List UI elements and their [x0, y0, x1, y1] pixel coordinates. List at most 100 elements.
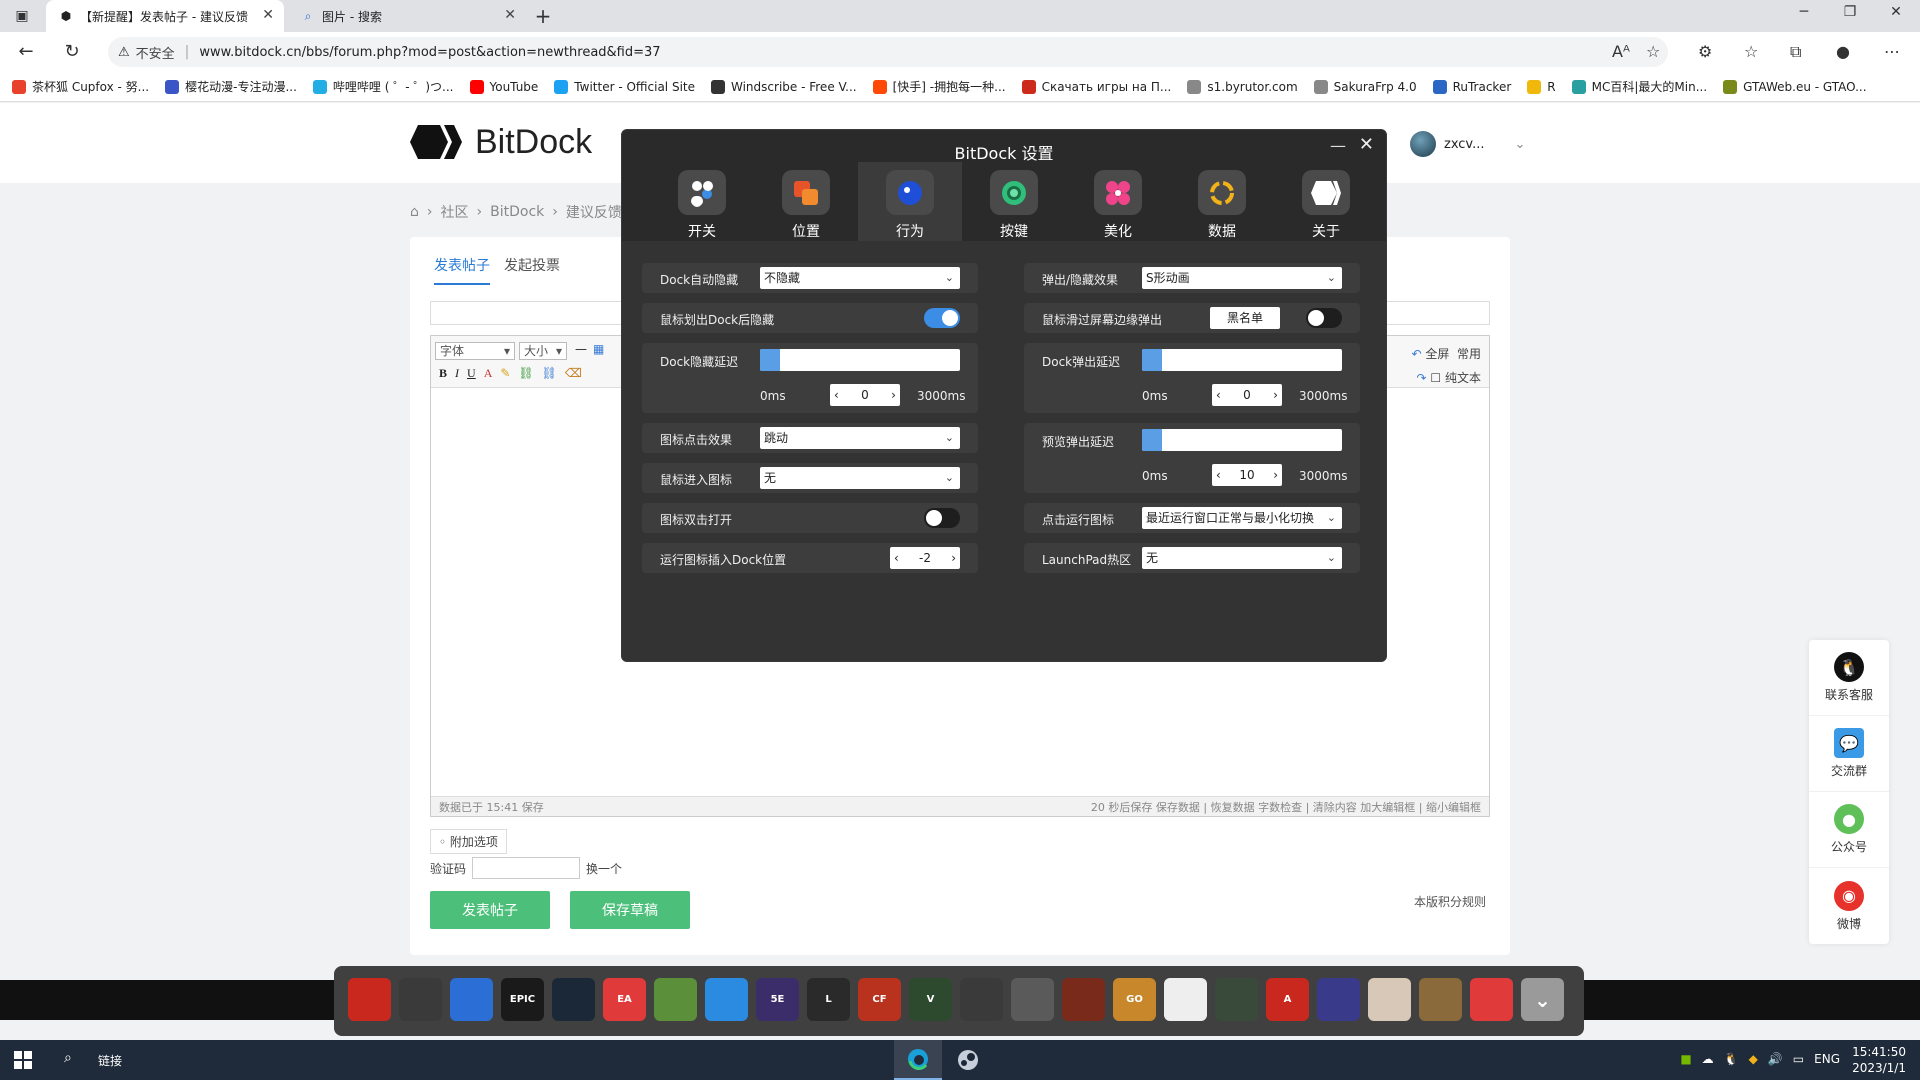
font-color-icon[interactable]: A: [484, 366, 493, 381]
username[interactable]: zxcv...: [1444, 137, 1485, 152]
insert-position-spinner[interactable]: ‹ -2 ›: [890, 547, 960, 569]
app-game-green-icon[interactable]: [1215, 978, 1258, 1021]
user-menu[interactable]: zxcv... ⌄: [1410, 131, 1525, 157]
favorite-star-icon[interactable]: ☆: [1646, 42, 1660, 61]
app-pubg-icon[interactable]: [1011, 978, 1054, 1021]
input-language[interactable]: ENG: [1814, 1052, 1840, 1066]
close-tab-icon[interactable]: ✕: [504, 7, 516, 23]
popup-effect-dropdown[interactable]: S形动画 ⌄: [1142, 267, 1342, 289]
tab-beautify[interactable]: 美化: [1066, 162, 1170, 241]
highlight-icon[interactable]: ✎: [500, 366, 510, 381]
close-icon[interactable]: ✕: [1359, 134, 1374, 155]
chevron-down-icon[interactable]: ⌄: [1515, 137, 1526, 152]
rules-link[interactable]: 本版积分规则: [1414, 893, 1486, 910]
breadcrumb-item[interactable]: 社区: [441, 202, 469, 222]
nvidia-icon[interactable]: ■: [1680, 1052, 1691, 1066]
new-tab-icon[interactable]: +: [531, 4, 555, 28]
tab-about[interactable]: 关于: [1274, 162, 1378, 241]
read-aloud-icon[interactable]: Aᴬ: [1612, 42, 1630, 61]
app-red-dragon-icon[interactable]: [348, 978, 391, 1021]
undo-icon[interactable]: ↶: [1411, 347, 1421, 361]
tab-behavior[interactable]: 行为: [858, 162, 962, 241]
group-chat-button[interactable]: 💬 交流群: [1809, 716, 1889, 792]
app-ubisoft-icon[interactable]: [705, 978, 748, 1021]
tab-new-poll[interactable]: 发起投票: [504, 255, 560, 285]
redo-icon[interactable]: ↷: [1417, 371, 1427, 385]
bookmark-item[interactable]: 樱花动漫-专注动漫...: [165, 78, 297, 95]
tab-actions-icon[interactable]: ▣: [10, 4, 34, 28]
breadcrumb-item[interactable]: BitDock: [490, 204, 544, 220]
bookmark-item[interactable]: 茶杯狐 Cupfox - 努...: [12, 78, 149, 95]
app-5e-icon[interactable]: 5E: [756, 978, 799, 1021]
bookmark-item[interactable]: GTAWeb.eu - GTAO...: [1723, 79, 1867, 94]
font-select[interactable]: 字体 ▾: [435, 342, 515, 360]
fullscreen-button[interactable]: 全屏: [1425, 347, 1449, 361]
app-crafting-icon[interactable]: [1419, 978, 1462, 1021]
weibo-button[interactable]: ◉ 微博: [1809, 868, 1889, 944]
steam-taskbar-icon[interactable]: [944, 1040, 992, 1080]
table-icon[interactable]: ▦: [593, 342, 604, 356]
app-lol-icon[interactable]: L: [807, 978, 850, 1021]
app-csgo-icon[interactable]: GO: [1113, 978, 1156, 1021]
launchpad-dropdown[interactable]: 无 ⌄: [1142, 547, 1342, 569]
home-icon[interactable]: ⌂: [410, 204, 419, 220]
windows-start-icon[interactable]: [14, 1051, 32, 1069]
taskbar-clock[interactable]: 15:41:50 2023/1/1: [1852, 1044, 1906, 1076]
tab-switch[interactable]: 开关: [650, 162, 754, 241]
url-field[interactable]: ⚠ 不安全 | www.bitdock.cn/bbs/forum.php?mod…: [108, 37, 1668, 67]
favorites-icon[interactable]: ☆: [1744, 42, 1758, 61]
contact-service-button[interactable]: 🐧 联系客服: [1809, 640, 1889, 716]
italic-icon[interactable]: I: [455, 366, 459, 381]
bold-icon[interactable]: B: [439, 366, 447, 381]
app-crossfire-icon[interactable]: CF: [858, 978, 901, 1021]
browser-tab[interactable]: ⌕ 图片 - 搜索 ✕: [288, 0, 526, 32]
editor-status-actions[interactable]: 20 秒后保存 保存数据 | 恢复数据 字数检查 | 清除内容 加大编辑框 | …: [1091, 799, 1481, 815]
size-select[interactable]: 大小 ▾: [519, 342, 567, 360]
common-button[interactable]: 常用: [1457, 347, 1481, 361]
bookmark-item[interactable]: MC百科|最大的Min...: [1571, 78, 1707, 95]
app-gta5-icon[interactable]: V: [909, 978, 952, 1021]
auto-hide-dropdown[interactable]: 不隐藏 ⌄: [760, 267, 960, 289]
qq-tray-icon[interactable]: 🐧: [1724, 1052, 1739, 1066]
edge-popup-toggle[interactable]: [1306, 308, 1342, 328]
edge-taskbar-icon[interactable]: [894, 1040, 942, 1080]
clear-format-icon[interactable]: ⌫: [565, 366, 582, 381]
bookmark-item[interactable]: s1.byrutor.com: [1187, 79, 1298, 94]
app-orange-icon[interactable]: [399, 978, 442, 1021]
app-warframe-icon[interactable]: [1164, 978, 1207, 1021]
mouse-out-hide-toggle[interactable]: [924, 308, 960, 328]
site-logo-text[interactable]: BitDock: [475, 123, 592, 162]
plain-text-checkbox[interactable]: ☐: [1430, 371, 1441, 385]
tab-position[interactable]: 位置: [754, 162, 858, 241]
preview-delay-slider[interactable]: [1142, 429, 1342, 451]
blacklist-button[interactable]: 黑名单: [1210, 307, 1280, 329]
tab-keys[interactable]: 按键: [962, 162, 1066, 241]
extensions-icon[interactable]: ⚙: [1698, 42, 1712, 61]
tab-new-post[interactable]: 发表帖子: [434, 255, 490, 285]
link-icon[interactable]: ⛓: [518, 366, 533, 381]
captcha-refresh-link[interactable]: 换一个: [586, 860, 622, 877]
app-apex-icon[interactable]: A: [1266, 978, 1309, 1021]
click-running-dropdown[interactable]: 最近运行窗口正常与最小化切换 ⌄: [1142, 507, 1342, 529]
captcha-input[interactable]: [472, 857, 581, 879]
bookmark-item[interactable]: RuTracker: [1432, 79, 1511, 94]
minimize-icon[interactable]: —: [1330, 136, 1346, 155]
app-steam-icon[interactable]: [552, 978, 595, 1021]
minimize-window-icon[interactable]: ─: [1784, 4, 1824, 20]
bookmark-item[interactable]: [快手] -拥抱每一种...: [872, 78, 1006, 95]
profile-icon[interactable]: ●: [1836, 42, 1850, 61]
tab-data[interactable]: 数据: [1170, 162, 1274, 241]
bookmark-item[interactable]: Скачать игры на П...: [1021, 79, 1171, 94]
app-ea-icon[interactable]: EA: [603, 978, 646, 1021]
app-game-red-icon[interactable]: [1062, 978, 1105, 1021]
save-draft-button[interactable]: 保存草稿: [570, 891, 690, 929]
popup-delay-spinner[interactable]: ‹ 0 ›: [1212, 384, 1282, 406]
app-epic-icon[interactable]: EPIC: [501, 978, 544, 1021]
browser-tab-active[interactable]: ⬢ 【新提醒】发表帖子 - 建议反馈 ✕: [46, 0, 284, 32]
horizontal-rule-icon[interactable]: —: [575, 342, 587, 356]
bookmark-item[interactable]: Windscribe - Free V...: [711, 79, 857, 94]
popup-delay-slider[interactable]: [1142, 349, 1342, 371]
bitdock-logo-icon[interactable]: [410, 125, 462, 159]
more-menu-icon[interactable]: ⋯: [1884, 42, 1900, 61]
restore-window-icon[interactable]: ❐: [1830, 4, 1870, 20]
